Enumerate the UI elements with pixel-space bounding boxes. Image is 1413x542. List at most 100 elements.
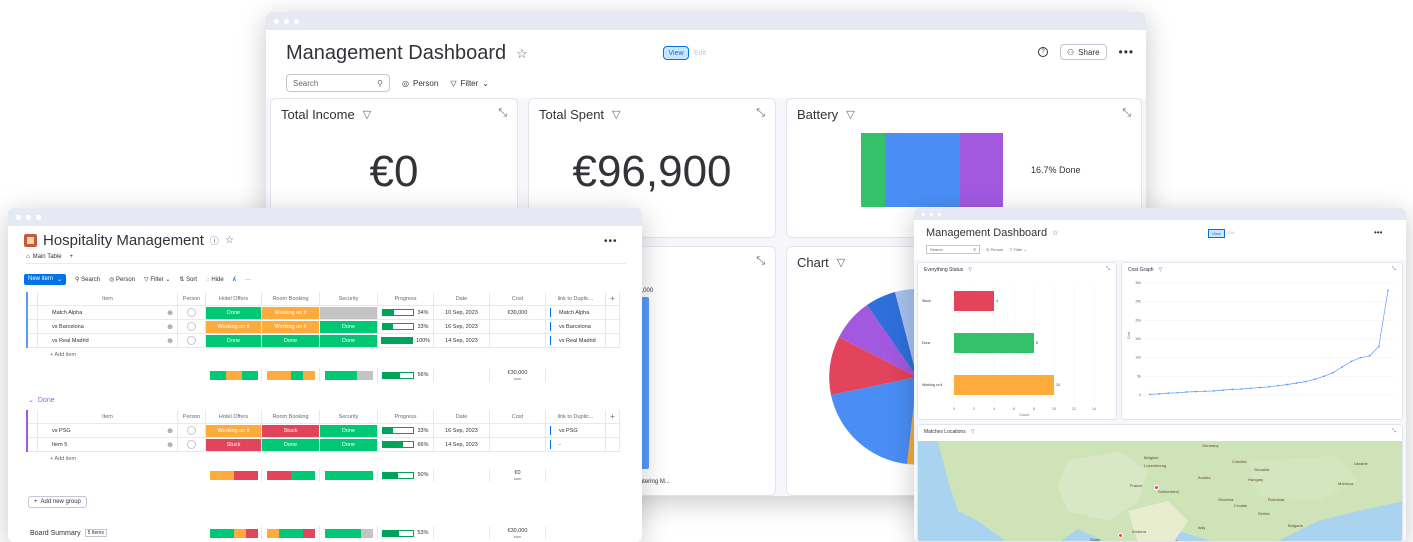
column-header[interactable]: Person xyxy=(178,292,206,306)
ai-assistant-icon[interactable]: ʎ xyxy=(233,277,236,283)
star-icon[interactable]: ☆ xyxy=(1052,229,1058,237)
add-item-row[interactable]: + Add item xyxy=(26,348,76,362)
date-cell[interactable]: 14 Sep, 2023 xyxy=(434,334,490,348)
add-column-button[interactable]: + xyxy=(606,410,620,424)
row-checkbox[interactable] xyxy=(28,334,38,348)
search-input[interactable]: Search ⚲ xyxy=(926,245,980,254)
add-new-group-button[interactable]: + Add new group xyxy=(28,496,87,508)
room-status-cell[interactable]: Done xyxy=(262,438,320,452)
person-filter[interactable]: ◎ Person xyxy=(986,247,1003,252)
item-cell[interactable]: Match Alpha ⊕ xyxy=(38,306,178,320)
security-status-cell[interactable]: Done xyxy=(320,438,378,452)
column-header[interactable]: Cost xyxy=(490,410,546,424)
column-header[interactable]: Person xyxy=(178,410,206,424)
cost-cell[interactable]: €30,000 xyxy=(490,306,546,320)
column-header[interactable]: Room Booking xyxy=(262,292,320,306)
item-cell[interactable]: vs Real Madrid ⊕ xyxy=(38,334,178,348)
table-row[interactable]: vs Real Madrid ⊕ Done Done Done 100% 14 Sep, 2… xyxy=(26,334,620,348)
expand-icon[interactable]: ⤡ xyxy=(1122,107,1131,120)
conversation-icon[interactable]: ⊕ xyxy=(167,323,173,331)
item-cell[interactable]: Item 5 ⊕ xyxy=(38,438,178,452)
column-header[interactable]: link to Duplic... xyxy=(546,410,606,424)
conversation-icon[interactable]: ⊕ xyxy=(167,309,173,317)
group-title[interactable]: ⌄ Done xyxy=(28,396,55,405)
view-toggle[interactable]: View xyxy=(663,46,689,60)
room-status-cell[interactable]: Working on it xyxy=(262,320,320,334)
tab-main-table[interactable]: ⌂ Main Table xyxy=(26,254,62,260)
column-header[interactable]: Hotel Offers xyxy=(206,292,262,306)
hotel-status-cell[interactable]: Working on it xyxy=(206,320,262,334)
table-row[interactable]: vs Barcelona ⊕ Working on it Working on it D… xyxy=(26,320,620,334)
row-checkbox[interactable] xyxy=(28,306,38,320)
room-status-cell[interactable]: Stuck xyxy=(262,424,320,438)
room-status-cell[interactable]: Done xyxy=(262,334,320,348)
column-header[interactable]: Hotel Offers xyxy=(206,410,262,424)
map-marker-icon[interactable] xyxy=(1118,533,1123,538)
sort-button[interactable]: ⇅ Sort xyxy=(179,276,197,283)
cost-cell[interactable] xyxy=(490,438,546,452)
link-cell[interactable]: vs Barcelona xyxy=(546,320,606,334)
column-header[interactable]: Room Booking xyxy=(262,410,320,424)
hotel-status-cell[interactable]: Done xyxy=(206,306,262,320)
cost-cell[interactable] xyxy=(490,320,546,334)
link-cell[interactable]: - xyxy=(546,438,606,452)
view-toggle[interactable]: View xyxy=(1208,229,1225,238)
table-row[interactable]: Item 5 ⊕ Stuck Done Done 66% 14 Sep, 2023- xyxy=(26,438,620,452)
room-status-cell[interactable]: Working on it xyxy=(262,306,320,320)
date-cell[interactable]: 14 Sep, 2023 xyxy=(434,438,490,452)
conversation-icon[interactable]: ⊕ xyxy=(167,427,173,435)
search-input[interactable]: Search ⚲ xyxy=(286,74,390,92)
date-cell[interactable]: 16 Sep, 2023 xyxy=(434,320,490,334)
status-bar[interactable] xyxy=(954,375,1054,395)
expand-icon[interactable]: ⤡ xyxy=(498,107,507,120)
filter-button[interactable]: ▽ Filter ⌄ xyxy=(450,79,489,88)
person-filter[interactable]: ◎ Person xyxy=(109,276,135,283)
security-status-cell[interactable]: Done xyxy=(320,424,378,438)
select-all-checkbox[interactable] xyxy=(28,292,38,306)
column-header[interactable]: Security xyxy=(320,410,378,424)
link-cell[interactable]: vs PSG xyxy=(546,424,606,438)
filter-icon[interactable]: ▽ xyxy=(846,108,854,121)
status-bar[interactable] xyxy=(954,333,1034,353)
column-header[interactable]: Date xyxy=(434,410,490,424)
person-cell[interactable] xyxy=(178,320,206,334)
item-cell[interactable]: vs Barcelona ⊕ xyxy=(38,320,178,334)
person-cell[interactable] xyxy=(178,424,206,438)
filter-icon[interactable]: ▽ xyxy=(971,429,975,435)
filter-icon[interactable]: ▽ xyxy=(363,108,371,121)
map-view[interactable]: Germany Belgium Luxembourg Czechia Slovakia F… xyxy=(918,441,1402,541)
more-menu-icon[interactable]: ••• xyxy=(1119,45,1135,59)
more-toolbar-icon[interactable]: ··· xyxy=(245,277,251,283)
column-header[interactable]: Progress xyxy=(378,292,434,306)
person-cell[interactable] xyxy=(178,438,206,452)
column-header[interactable]: link to Duplic... xyxy=(546,292,606,306)
expand-icon[interactable]: ⤡ xyxy=(756,107,765,120)
info-icon[interactable]: ⓘ xyxy=(210,234,219,247)
more-menu-icon[interactable]: ••• xyxy=(1374,228,1382,237)
item-cell[interactable]: vs PSG ⊕ xyxy=(38,424,178,438)
hotel-status-cell[interactable]: Stuck xyxy=(206,438,262,452)
date-cell[interactable]: 16 Sep, 2023 xyxy=(434,424,490,438)
column-header[interactable]: Date xyxy=(434,292,490,306)
more-menu-icon[interactable]: ••• xyxy=(604,236,618,247)
column-header[interactable]: Item xyxy=(38,292,178,306)
person-filter[interactable]: ◎ Person xyxy=(402,79,438,88)
date-cell[interactable]: 10 Sep, 2023 xyxy=(434,306,490,320)
table-row[interactable]: Match Alpha ⊕ Done Working on it 34% 10 Sep, … xyxy=(26,306,620,320)
row-checkbox[interactable] xyxy=(28,320,38,334)
help-icon[interactable]: ? xyxy=(1038,47,1048,57)
status-bar[interactable] xyxy=(954,291,994,311)
conversation-icon[interactable]: ⊕ xyxy=(167,441,173,449)
security-status-cell[interactable] xyxy=(320,306,378,320)
column-header[interactable]: Progress xyxy=(378,410,434,424)
star-icon[interactable]: ☆ xyxy=(516,46,528,62)
filter-button[interactable]: ▽ Filter ⌄ xyxy=(144,276,170,283)
filter-button[interactable]: ▽ Filter ⌄ xyxy=(1009,247,1027,252)
filter-icon[interactable]: ▽ xyxy=(612,108,620,121)
column-header[interactable]: Item xyxy=(38,410,178,424)
conversation-icon[interactable]: ⊕ xyxy=(167,337,173,345)
hotel-status-cell[interactable]: Done xyxy=(206,334,262,348)
add-view-button[interactable]: + xyxy=(70,254,74,260)
add-column-button[interactable]: + xyxy=(606,292,620,306)
share-button[interactable]: ⚇ Share xyxy=(1060,44,1107,60)
